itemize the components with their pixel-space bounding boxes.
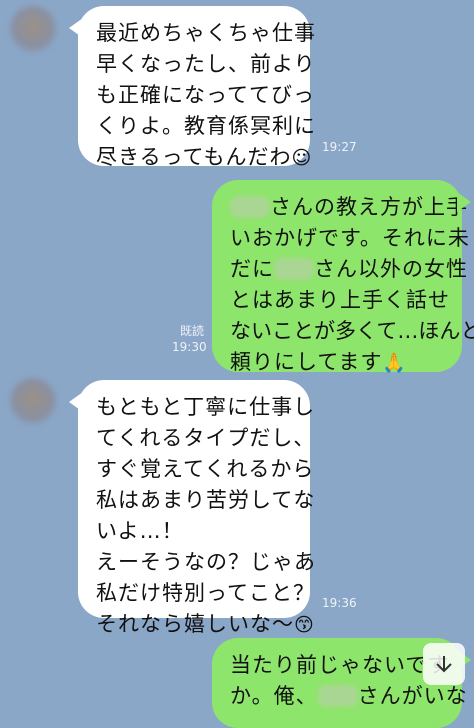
scroll-to-bottom-button[interactable]	[423, 643, 465, 685]
message-text: てくれるタイプだし、	[96, 426, 316, 450]
outgoing-message: さんの教え方が上手 いおかげです。それに未 だに さん以外の女性 とはあまり上手く…	[212, 180, 474, 374]
folded-hands-emoji: 🙏	[382, 352, 407, 374]
message-text: いおかげです。それに未	[230, 226, 470, 250]
redacted-name	[230, 196, 270, 218]
message-text: 尽きるってもんだわ	[96, 145, 292, 169]
message-text: だに	[230, 257, 274, 281]
message-text: さんの教え方が上手	[270, 195, 468, 219]
message-text: 私はあまり苦労してな	[96, 488, 316, 512]
message-text: とはあまり上手く話せ	[230, 288, 450, 312]
message-text: 当たり前じゃないです	[230, 653, 450, 677]
read-receipt: 既読	[180, 324, 205, 338]
kissing-face-emoji: 😙	[294, 614, 315, 636]
message-text: 早くなったし、前より	[96, 52, 316, 76]
message-text: くりよ。教育係冥利に	[96, 114, 316, 138]
message-text: もともと丁寧に仕事し	[96, 395, 316, 419]
incoming-message: もともと丁寧に仕事し てくれるタイプだし、 すぐ覚えてくれるから 私はあまり苦労…	[69, 380, 316, 636]
message-text: 最近めちゃくちゃ仕事	[96, 21, 316, 45]
avatar[interactable]	[10, 378, 56, 424]
message-text: えーそうなの？じゃあ	[96, 550, 316, 574]
message-text: さん以外の女性	[314, 257, 468, 281]
message-timestamp: 19:27	[322, 140, 357, 154]
message-text: すぐ覚えてくれるから	[96, 457, 315, 481]
smiling-face-emoji: ☺	[291, 147, 313, 169]
arrow-down-icon	[436, 656, 452, 673]
avatar[interactable]	[10, 6, 56, 52]
redacted-name	[317, 685, 358, 707]
message-text: 頼りにしてます	[230, 350, 383, 374]
message-timestamp: 19:36	[322, 596, 357, 610]
message-text: も正確になっててびっ	[96, 83, 315, 107]
message-text: それなら嬉しいな〜	[96, 612, 294, 636]
message-text: いよ…！	[96, 519, 184, 543]
message-text: か。俺、	[230, 684, 318, 708]
message-timestamp: 19:30	[172, 340, 207, 354]
redacted-name	[274, 258, 314, 280]
incoming-message: 最近めちゃくちゃ仕事 早くなったし、前より も正確になっててびっ くりよ。教育係…	[69, 6, 316, 169]
message-text: 私だけ特別ってこと？	[96, 581, 315, 605]
message-text: ないことが多くて…ほんと	[230, 319, 474, 343]
message-text: さんがいな	[357, 684, 468, 708]
